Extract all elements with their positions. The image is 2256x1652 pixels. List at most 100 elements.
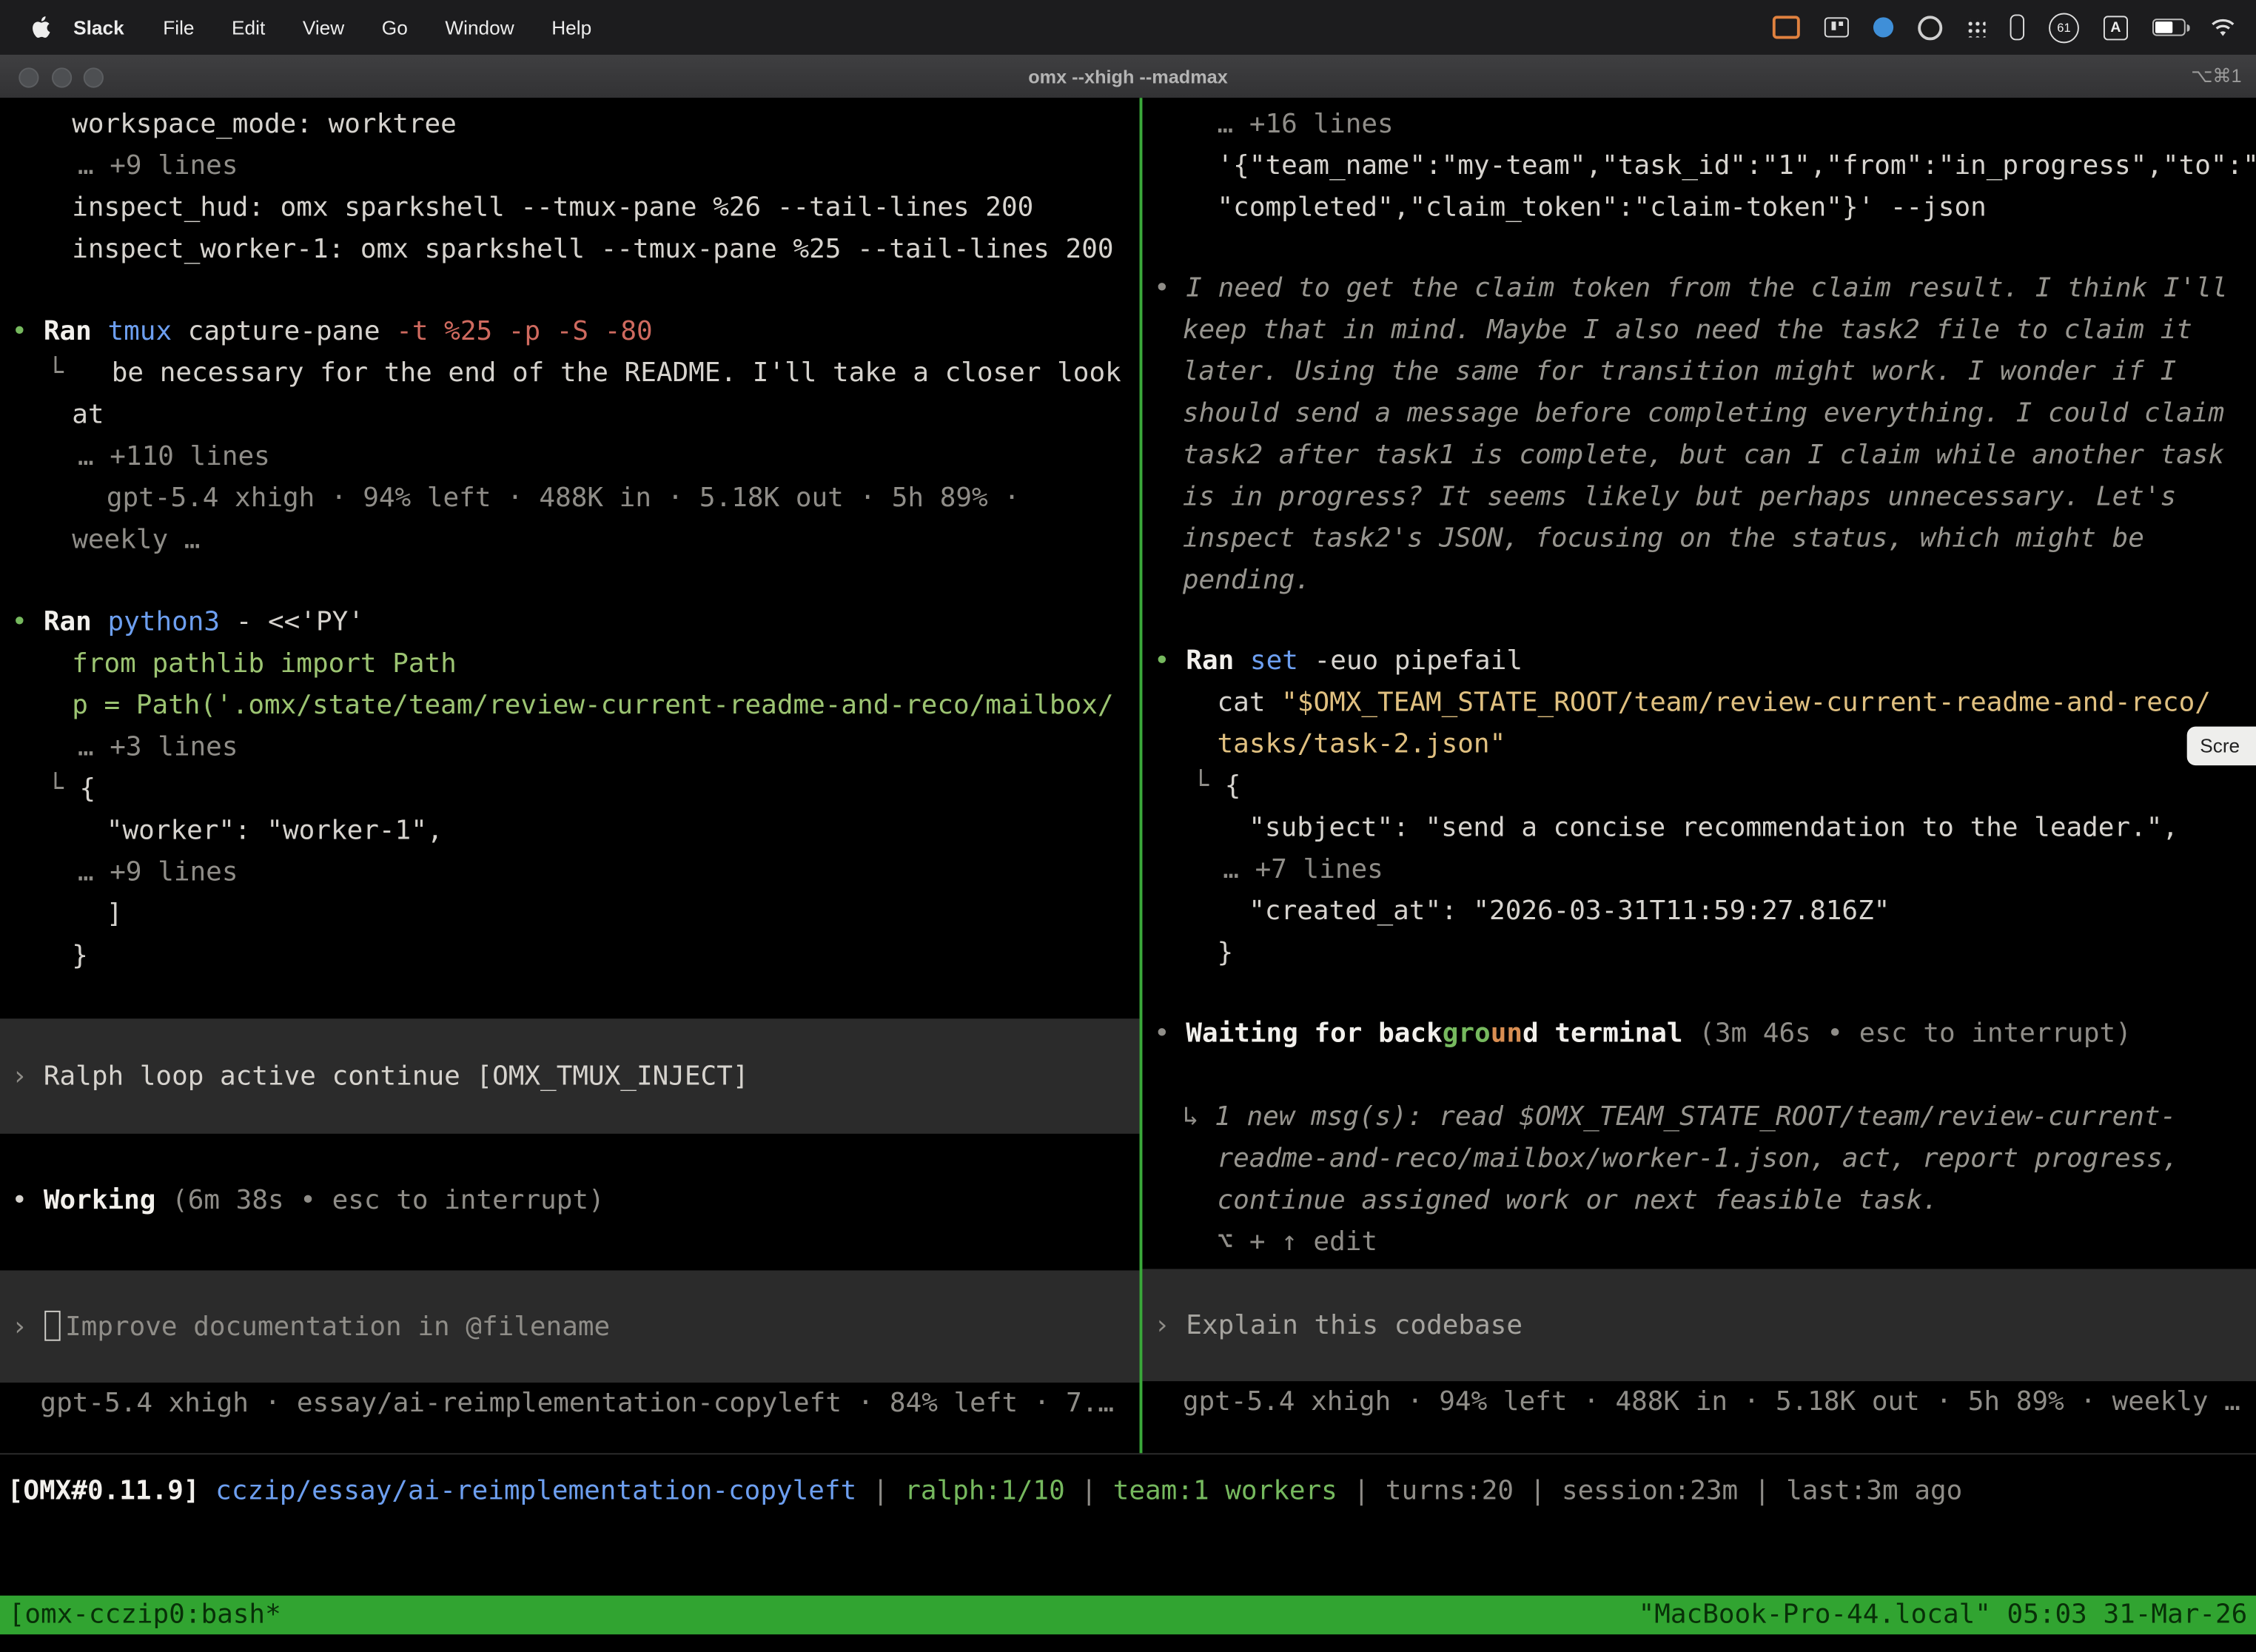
apple-icon <box>32 16 50 38</box>
menu-help[interactable]: Help <box>533 16 611 38</box>
wifi-icon[interactable] <box>2210 18 2236 36</box>
battery-icon[interactable] <box>2152 19 2186 36</box>
tmux-status-bar: [omx-cczip0:bash* "MacBook-Pro-44.local"… <box>0 1596 2256 1634</box>
terminal-line: gpt-5.4 xhigh · 94% left · 488K in · 5.1… <box>1142 1381 2256 1423</box>
terminal-line: keep that in mind. Maybe I also need the… <box>1142 309 2256 351</box>
spacer <box>1142 1263 2256 1269</box>
text-segment: readme-and-reco/mailbox/worker-1.json, a… <box>1218 1144 2179 1174</box>
terminal-line: } <box>0 936 1140 977</box>
terminal-line: inspect_worker-1: omx sparkshell --tmux-… <box>0 229 1140 270</box>
right-pane[interactable]: … +16 lines '{"team_name":"my-team","task… <box>1142 98 2256 1453</box>
text-segment: ralph:1/10 <box>904 1476 1065 1506</box>
text-segment: from pathlib import Path <box>72 649 457 679</box>
text-segment: Working <box>44 1186 172 1216</box>
text-segment: › <box>12 1312 44 1342</box>
text-segment: … +110 lines <box>78 442 270 472</box>
text-segment: Ran <box>44 607 108 637</box>
terminal-line: p = Path('.omx/state/team/review-current… <box>0 685 1140 726</box>
text-segment: - <<'PY' <box>236 607 364 637</box>
menu-window[interactable]: Window <box>426 16 533 38</box>
terminal-line: "worker": "worker-1", <box>0 810 1140 851</box>
text-segment: gro <box>1443 1018 1491 1049</box>
text-segment: "completed","claim_token":"claim-token"}… <box>1218 192 1987 223</box>
text-segment: at <box>72 400 104 430</box>
terminal-line: readme-and-reco/mailbox/worker-1.json, a… <box>1142 1138 2256 1180</box>
terminal-line: └ { <box>0 768 1140 810</box>
terminal-line: inspect task2's JSON, focusing on the st… <box>1142 518 2256 560</box>
text-segment: [OMX#0.11.9] <box>7 1476 215 1506</box>
text-segment: Ran <box>1186 646 1250 676</box>
app-blue-icon[interactable] <box>1873 17 1893 37</box>
input-source-icon[interactable]: A <box>2104 15 2128 39</box>
terminal-line: • Waiting for background terminal (3m 46… <box>1142 1013 2256 1054</box>
text-segment: } <box>1218 938 1234 968</box>
spacer <box>1142 1055 2256 1096</box>
text-segment: • <box>1154 273 1186 303</box>
pill-icon[interactable] <box>2010 14 2024 40</box>
text-segment: Ralph loop active continue [OMX_TMUX_INJ… <box>44 1061 749 1092</box>
prompt-suggestion[interactable]: › Explain this codebase <box>1142 1269 2256 1381</box>
terminal-line: └ { <box>1142 765 2256 807</box>
zoom-button[interactable] <box>84 67 104 87</box>
screen: Slack File Edit View Go Window Help 61 A <box>0 0 2256 1652</box>
text-segment: inspect task2's JSON, focusing on the st… <box>1183 524 2144 554</box>
menu-edit[interactable]: Edit <box>213 16 284 38</box>
text-segment: Waiting for back <box>1186 1018 1442 1049</box>
text-segment: … +16 lines <box>1218 110 1394 140</box>
app-menu-slack[interactable]: Slack <box>50 16 144 38</box>
text-segment: cat <box>1218 688 1282 718</box>
text-segment: session:23m <box>1562 1476 1738 1506</box>
text-segment: inspect_hud: omx sparkshell --tmux-pane … <box>72 192 1033 223</box>
apple-menu[interactable] <box>32 16 50 38</box>
tiles-icon[interactable] <box>1824 17 1849 37</box>
prompt-input[interactable]: › Improve documentation in @filename <box>0 1270 1140 1383</box>
text-segment: (6m 38s • esc to interrupt) <box>172 1186 605 1216</box>
minimize-button[interactable] <box>51 67 71 87</box>
spacer <box>0 977 1140 1018</box>
left-pane[interactable]: workspace_mode: worktree… +9 linesinspec… <box>0 98 1140 1453</box>
terminal-line: cat "$OMX_TEAM_STATE_ROOT/team/review-cu… <box>1142 682 2256 723</box>
terminal-line: ⌥ + ↑ edit <box>1142 1221 2256 1263</box>
window-title: omx --xhigh --madmax <box>1028 65 1228 87</box>
terminal-line: └ be necessary for the end of the README… <box>0 352 1140 394</box>
menu-file[interactable]: File <box>144 16 213 38</box>
text-segment: • <box>1154 646 1186 676</box>
text-segment: ↳ <box>1183 1102 1215 1132</box>
text-segment: "worker": "worker-1", <box>107 816 443 846</box>
terminal-line: task2 after task1 is complete, but can I… <box>1142 434 2256 476</box>
terminal-line: from pathlib import Path <box>0 643 1140 685</box>
menu-view[interactable]: View <box>284 16 363 38</box>
terminal-line: '{"team_name":"my-team","task_id":"1","f… <box>1142 145 2256 187</box>
battery-percent-icon[interactable]: 61 <box>2049 13 2079 43</box>
text-segment: tasks/task-2.json" <box>1218 730 1506 760</box>
terminal-line: is in progress? It seems likely but perh… <box>1142 476 2256 517</box>
screenshot-notification[interactable]: Scre <box>2187 727 2256 765</box>
text-segment: should send a message before completing … <box>1183 398 2224 429</box>
text-segment: -euo pipefail <box>1315 646 1523 676</box>
spacer <box>0 270 1140 310</box>
text-segment: python3 <box>107 607 235 637</box>
terminal-line: … +9 lines <box>0 852 1140 893</box>
app-dark-icon[interactable] <box>1918 15 1942 39</box>
close-button[interactable] <box>19 67 38 87</box>
text-segment: -t %25 -p -S -80 <box>396 317 652 347</box>
terminal-line: inspect_hud: omx sparkshell --tmux-pane … <box>0 187 1140 229</box>
text-segment: "created_at": "2026-03-31T11:59:27.816Z" <box>1249 896 1890 927</box>
menu-go[interactable]: Go <box>363 16 427 38</box>
grid-dots-icon[interactable] <box>1967 18 1985 36</box>
text-segment: capture-pane <box>188 317 396 347</box>
terminal: workspace_mode: worktree… +9 linesinspec… <box>0 98 2256 1454</box>
text-segment: | <box>1065 1476 1113 1506</box>
text-segment: ] <box>107 899 123 930</box>
text-segment: 1 new msg(s): read $OMX_TEAM_STATE_ROOT/… <box>1215 1102 2176 1132</box>
text-segment: | <box>1337 1476 1386 1506</box>
text-segment: cczip/essay/ai-reimplementation-copyleft <box>215 1476 856 1506</box>
text-segment: • <box>12 317 44 347</box>
terminal-line: at <box>0 394 1140 436</box>
terminal-line: … +7 lines <box>1142 849 2256 890</box>
terminal-line: … +16 lines <box>1142 104 2256 145</box>
text-segment: | <box>1738 1476 1786 1506</box>
screen-recording-icon[interactable] <box>1773 16 1800 38</box>
terminal-line: "created_at": "2026-03-31T11:59:27.816Z" <box>1142 890 2256 932</box>
text-segment: "subject": "send a concise recommendatio… <box>1249 813 2178 843</box>
